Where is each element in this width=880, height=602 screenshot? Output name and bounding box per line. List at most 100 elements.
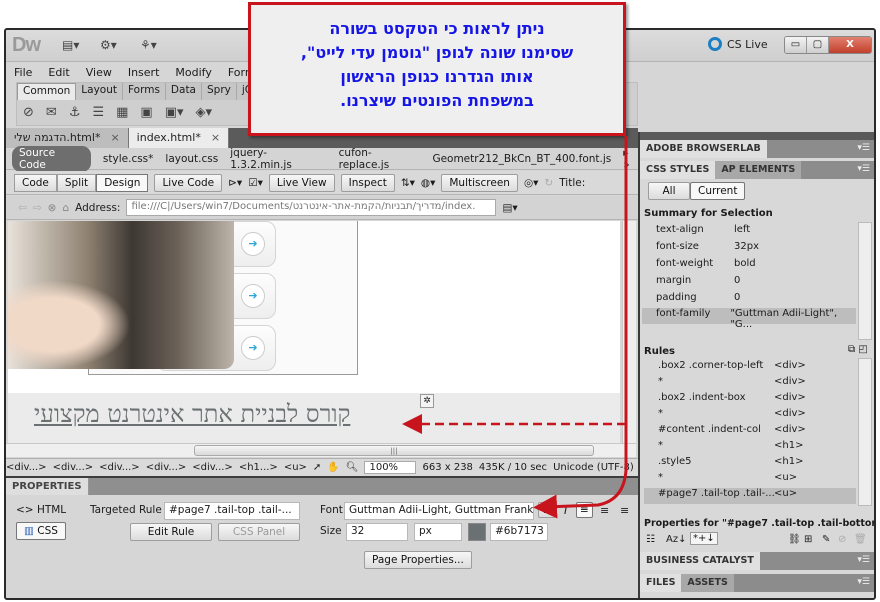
tab-css-styles[interactable]: CSS STYLES <box>640 161 716 179</box>
panel-menu-icon[interactable]: ▾☰ <box>857 555 870 565</box>
insert-tab-layout[interactable]: Layout <box>76 83 123 100</box>
restore-button[interactable]: ▢ <box>807 37 829 53</box>
pointer-tool-icon[interactable]: ➚ <box>313 462 321 473</box>
rule-row[interactable]: * <h1> <box>658 440 858 456</box>
hand-tool-icon[interactable]: ✋ <box>327 462 339 473</box>
bold-button[interactable]: B <box>538 502 557 518</box>
layout-menu-icon[interactable]: ▤▾ <box>62 38 79 52</box>
stop-icon[interactable]: ⊗ <box>48 202 57 214</box>
rule-row-selected[interactable]: #page7 .tail-top .tail-... <u> <box>644 488 856 504</box>
tag-selector[interactable]: <div...> <box>192 462 233 473</box>
unit-select[interactable]: px <box>414 523 462 541</box>
horizontal-scrollbar[interactable]: ||| <box>6 443 636 457</box>
tag-selector[interactable]: <u> <box>284 462 307 473</box>
related-file[interactable]: jquery-1.3.2.min.js <box>230 147 326 171</box>
page-properties-button[interactable]: Page Properties... <box>364 551 472 569</box>
tab-assets[interactable]: ASSETS <box>681 574 734 592</box>
minimize-button[interactable]: ▭ <box>785 37 807 53</box>
summary-row[interactable]: font-weight bold <box>656 258 856 274</box>
address-input[interactable]: file:///C|/Users/win7/Documents/מדריך/תב… <box>126 199 497 216</box>
multiscreen-button[interactable]: Multiscreen <box>441 173 518 192</box>
disable-icon[interactable]: ⊘ <box>838 534 846 545</box>
rule-row[interactable]: #content .indent-col <div> <box>658 424 858 440</box>
images-icon[interactable]: ▣▾ <box>165 105 184 120</box>
inspect-button[interactable]: Inspect <box>340 173 395 192</box>
align-right-button[interactable]: ≡ <box>620 504 629 517</box>
targeted-rule-select[interactable]: #page7 .tail-top .tail-... <box>164 502 300 520</box>
panel-collapse-bar[interactable] <box>640 132 874 140</box>
all-mode-button[interactable]: All <box>648 182 690 200</box>
css-panel-button[interactable]: CSS Panel <box>218 523 300 541</box>
media-icon[interactable]: ◈▾ <box>196 105 213 120</box>
code-view-button[interactable]: Code <box>14 173 57 192</box>
vertical-scrollbar[interactable] <box>622 221 636 443</box>
tab-ap-elements[interactable]: AP ELEMENTS <box>715 161 802 179</box>
edit-rule-icon[interactable]: ✎ <box>822 534 830 545</box>
related-file[interactable]: style.css* <box>103 153 153 165</box>
more-files-icon[interactable]: ▸ » <box>623 147 638 171</box>
properties-tab[interactable]: PROPERTIES <box>6 478 89 495</box>
html-mode-button[interactable]: <> HTML <box>16 504 66 516</box>
zoom-select[interactable]: 100% <box>364 461 417 474</box>
hyperlink-icon[interactable]: ⊘ <box>23 105 34 120</box>
view-options-icon[interactable]: ▤▾ <box>502 202 517 214</box>
page-headline[interactable]: קורס לבניית אתר אינטרנט מקצועי <box>34 400 350 429</box>
related-file[interactable]: Geometr212_BkCn_BT_400.font.js <box>432 153 611 165</box>
home-icon[interactable]: ⌂ <box>62 202 69 214</box>
align-left-button[interactable]: ≡ <box>576 502 593 518</box>
named-anchor-icon[interactable]: ⚓ <box>69 105 81 120</box>
align-center-button[interactable]: ≡ <box>600 504 609 517</box>
rules-scrollbar[interactable] <box>858 358 872 506</box>
cs-live-button[interactable]: CS Live <box>708 37 768 51</box>
extend-gear-icon[interactable]: ⚙▾ <box>100 38 117 52</box>
rule-row[interactable]: .box2 .indent-box <div> <box>658 392 858 408</box>
related-file[interactable]: cufon-replace.js <box>339 147 421 171</box>
panel-menu-icon[interactable]: ▾☰ <box>857 143 870 153</box>
rule-row[interactable]: * <u> <box>658 472 858 488</box>
window-size[interactable]: 663 x 238 <box>422 462 472 473</box>
italic-button[interactable]: I <box>564 504 567 517</box>
delete-icon[interactable]: 🗑︎ <box>854 534 867 545</box>
business-catalyst-tab[interactable]: BUSINESS CATALYST <box>640 552 760 570</box>
live-view-button[interactable]: Live View <box>268 173 335 192</box>
menu-file[interactable]: File <box>14 66 32 79</box>
rule-row[interactable]: * <div> <box>658 376 858 392</box>
tag-selector[interactable]: <div...> <box>146 462 187 473</box>
menu-view[interactable]: View <box>86 66 112 79</box>
close-button[interactable]: X <box>829 37 871 53</box>
design-view[interactable]: עיצוב תמונות ➔ עריכת סרטים ➔ אחסון אתרים… <box>8 221 620 443</box>
browserlab-header[interactable]: ADOBE BROWSERLAB ▾☰ <box>640 140 874 158</box>
summary-row[interactable]: padding 0 <box>656 292 856 308</box>
attach-style-icon[interactable]: ⛓ <box>788 534 801 545</box>
color-swatch[interactable] <box>468 523 486 541</box>
forward-icon[interactable]: ⇨ <box>33 202 42 214</box>
rules-view-icon[interactable]: ⧉ ◰ <box>848 344 868 355</box>
source-code-button[interactable]: Source Code <box>12 145 91 172</box>
current-mode-button[interactable]: Current <box>690 182 746 200</box>
email-link-icon[interactable]: ✉ <box>46 105 57 120</box>
tag-selector[interactable]: <h1...> <box>239 462 278 473</box>
set-properties-icon[interactable]: *+↓ <box>690 532 718 545</box>
related-file[interactable]: layout.css <box>165 153 218 165</box>
summary-scrollbar[interactable] <box>858 222 872 340</box>
menu-insert[interactable]: Insert <box>128 66 160 79</box>
summary-row-selected[interactable]: font-family "Guttman Adii-Light", "G... <box>642 308 856 330</box>
panel-menu-icon[interactable]: ▾☰ <box>857 577 870 587</box>
live-code-button[interactable]: Live Code <box>154 173 223 192</box>
summary-row[interactable]: margin 0 <box>656 275 856 291</box>
insert-tab-common[interactable]: Common <box>17 83 77 100</box>
new-rule-icon[interactable]: ⊞ <box>804 534 812 545</box>
site-icon[interactable]: ⚘▾ <box>140 38 157 52</box>
file-transfer-icon[interactable]: ⇅▾ <box>401 177 415 189</box>
css-mode-button[interactable]: ▥ CSS <box>16 522 66 540</box>
scrollbar-thumb[interactable]: ||| <box>194 445 594 456</box>
horizontal-rule-icon[interactable]: ☰ <box>92 105 104 120</box>
rule-row[interactable]: .style5 <h1> <box>658 456 858 472</box>
summary-row[interactable]: text-align left <box>656 224 856 240</box>
back-icon[interactable]: ⇦ <box>18 202 27 214</box>
color-input[interactable]: #6b7173 <box>490 523 548 541</box>
doc-tab-index[interactable]: index.html* × <box>128 128 230 148</box>
insert-tab-data[interactable]: Data <box>165 83 202 100</box>
visual-aids-icon[interactable]: ◎▾ <box>524 177 538 189</box>
tag-selector[interactable]: <div...> <box>99 462 140 473</box>
